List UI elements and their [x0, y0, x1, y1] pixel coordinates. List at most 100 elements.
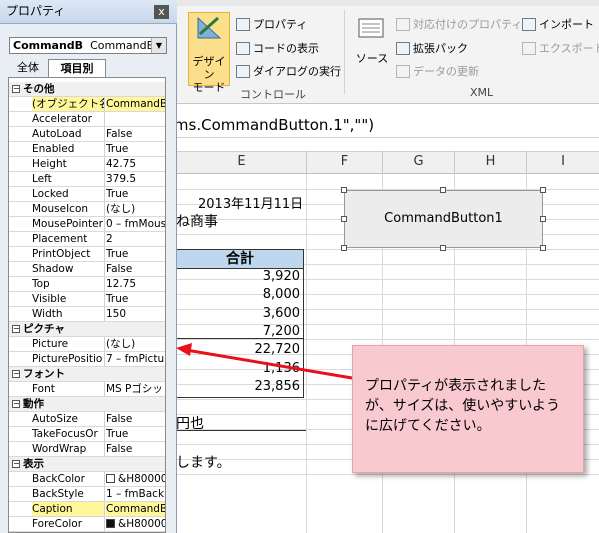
property-value[interactable]: True: [106, 142, 165, 156]
property-row[interactable]: MousePointer 0 – fmMous: [9, 217, 165, 232]
property-value[interactable]: 1 – fmBack: [106, 487, 165, 501]
column-header-h[interactable]: H: [454, 151, 526, 174]
map-properties-button[interactable]: 対応付けのプロパティ: [396, 16, 522, 32]
property-value[interactable]: True: [106, 187, 165, 201]
property-category[interactable]: − ピクチャ: [9, 322, 165, 337]
cell-total-value[interactable]: 3,600: [210, 306, 300, 321]
property-category[interactable]: − 動作: [9, 397, 165, 412]
property-value[interactable]: &H80000: [106, 517, 165, 531]
resize-handle[interactable]: [341, 216, 347, 222]
property-value[interactable]: (なし): [106, 337, 165, 351]
property-row[interactable]: Font MS Pゴシッ: [9, 382, 165, 397]
property-value[interactable]: False: [106, 412, 165, 426]
import-button[interactable]: インポート: [522, 16, 594, 32]
property-value[interactable]: &H80000: [106, 472, 165, 486]
cell-total-value[interactable]: 7,200: [210, 324, 300, 339]
property-category[interactable]: − フォント: [9, 367, 165, 382]
property-row[interactable]: AutoSize False: [9, 412, 165, 427]
resize-handle[interactable]: [440, 187, 446, 193]
resize-handle[interactable]: [540, 187, 546, 193]
tab-alphabetic[interactable]: 全体: [11, 59, 45, 77]
property-value[interactable]: 12.75: [106, 277, 165, 291]
cell-date[interactable]: 2013年11月11日: [198, 193, 303, 212]
refresh-data-button[interactable]: データの更新: [396, 63, 479, 79]
property-value[interactable]: CommandBu: [106, 502, 165, 516]
cell-total-value[interactable]: 22,720: [210, 342, 301, 357]
resize-handle[interactable]: [540, 216, 546, 222]
property-row[interactable]: TakeFocusOr True: [9, 427, 165, 442]
properties-button[interactable]: プロパティ: [236, 16, 307, 32]
cell-total-value[interactable]: 23,856: [210, 379, 301, 394]
property-row[interactable]: Width 150: [9, 307, 165, 322]
collapse-icon[interactable]: −: [12, 370, 20, 378]
cell-company[interactable]: ね商事: [176, 211, 218, 231]
property-row[interactable]: Shadow False: [9, 262, 165, 277]
property-row[interactable]: ForeColor &H80000: [9, 517, 165, 532]
column-header-e[interactable]: E: [176, 151, 306, 174]
resize-handle[interactable]: [341, 245, 347, 251]
command-button[interactable]: CommandButton1: [344, 190, 543, 248]
cell-total-value[interactable]: 8,000: [210, 287, 300, 302]
property-category[interactable]: − 表示: [9, 457, 165, 472]
property-value[interactable]: 0 – fmMous: [106, 217, 165, 231]
resize-handle[interactable]: [540, 245, 546, 251]
property-value[interactable]: 7 – fmPictu: [106, 352, 165, 366]
property-row[interactable]: WordWrap False: [9, 442, 165, 457]
collapse-icon[interactable]: −: [12, 85, 20, 93]
property-value[interactable]: 379.5: [106, 172, 165, 186]
expansion-packs-button[interactable]: 拡張パック: [396, 40, 468, 56]
property-row[interactable]: (オブジェクト名CommandBu: [9, 97, 165, 112]
column-header-g[interactable]: G: [382, 151, 454, 174]
collapse-icon[interactable]: −: [12, 325, 20, 333]
property-row[interactable]: BackStyle 1 – fmBack: [9, 487, 165, 502]
collapse-icon[interactable]: −: [12, 400, 20, 408]
property-value[interactable]: MS Pゴシッ: [106, 382, 165, 396]
property-value[interactable]: 2: [106, 232, 165, 246]
property-value[interactable]: CommandBu: [106, 97, 165, 111]
property-value[interactable]: 42.75: [106, 157, 165, 171]
property-row[interactable]: PicturePositio 7 – fmPictu: [9, 352, 165, 367]
source-button[interactable]: ソース: [355, 16, 389, 76]
column-header-i[interactable]: I: [526, 151, 599, 174]
property-row[interactable]: AutoLoad False: [9, 127, 165, 142]
property-row[interactable]: Accelerator: [9, 112, 165, 127]
property-value[interactable]: (なし): [106, 202, 165, 216]
property-value[interactable]: False: [106, 442, 165, 456]
resize-handle[interactable]: [341, 187, 347, 193]
collapse-icon[interactable]: −: [12, 460, 20, 468]
property-value[interactable]: False: [106, 127, 165, 141]
property-value[interactable]: True: [106, 247, 165, 261]
formula-text: rms.CommandButton.1",""): [168, 116, 375, 134]
property-row[interactable]: Left 379.5: [9, 172, 165, 187]
column-header-f[interactable]: F: [306, 151, 382, 174]
property-row[interactable]: Visible True: [9, 292, 165, 307]
property-value[interactable]: True: [106, 427, 165, 441]
cell-tail-text[interactable]: します。: [176, 452, 231, 472]
export-button[interactable]: エクスポート: [522, 40, 599, 56]
cell-total-header[interactable]: 合計: [176, 249, 304, 269]
property-row[interactable]: Picture (なし): [9, 337, 165, 352]
close-icon[interactable]: x: [154, 5, 169, 19]
property-row[interactable]: MouseIcon (なし): [9, 202, 165, 217]
property-row[interactable]: Height 42.75: [9, 157, 165, 172]
callout-note: プロパティが表示されましたが、サイズは、使いやすいように広げてください。: [352, 345, 584, 473]
property-value[interactable]: False: [106, 262, 165, 276]
property-row[interactable]: Locked True: [9, 187, 165, 202]
property-row[interactable]: BackColor &H80000: [9, 472, 165, 487]
property-row[interactable]: Enabled True: [9, 142, 165, 157]
property-row[interactable]: Placement 2: [9, 232, 165, 247]
property-value[interactable]: 150: [106, 307, 165, 321]
property-row[interactable]: CaptionCommandBu: [9, 502, 165, 517]
run-dialog-button[interactable]: ダイアログの実行: [236, 63, 341, 79]
property-row[interactable]: PrintObject True: [9, 247, 165, 262]
chevron-down-icon[interactable]: ▼: [151, 38, 166, 53]
tab-categorized[interactable]: 項目別: [48, 59, 106, 77]
property-category[interactable]: − その他: [9, 82, 165, 97]
resize-handle[interactable]: [440, 245, 446, 251]
property-row[interactable]: Top 12.75: [9, 277, 165, 292]
cell-total-value[interactable]: 3,920: [210, 269, 300, 284]
view-code-button[interactable]: コードの表示: [236, 40, 319, 56]
cell-total-value[interactable]: 1,136: [210, 361, 300, 376]
property-value[interactable]: True: [106, 292, 165, 306]
object-select[interactable]: CommandB CommandBu: [9, 37, 167, 54]
